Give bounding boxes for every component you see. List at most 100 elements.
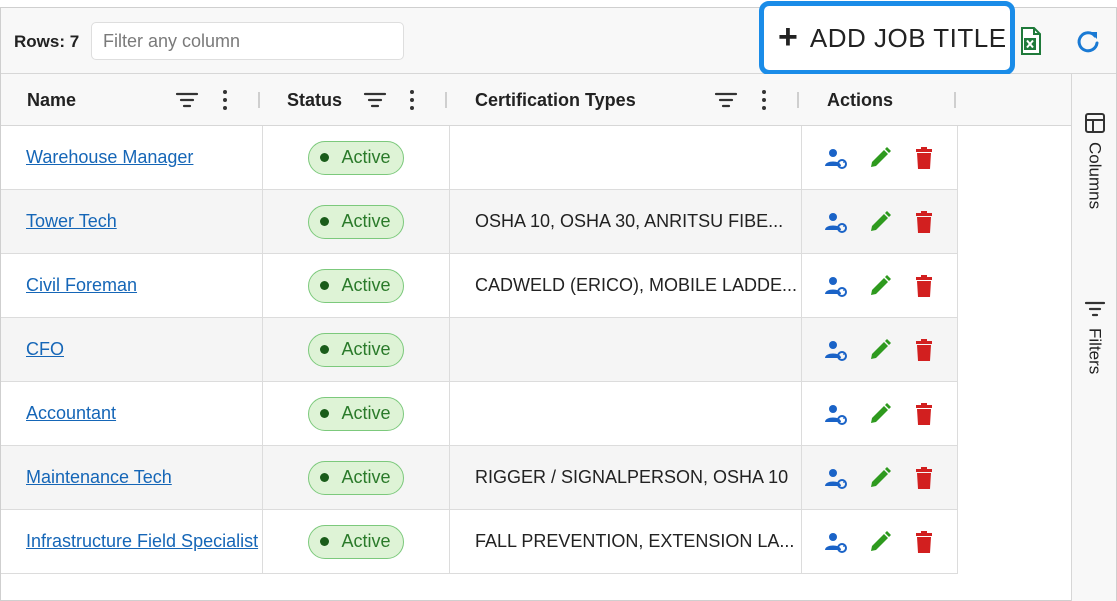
side-panel-tabs: Columns Filters: [1071, 74, 1116, 601]
job-title-link[interactable]: Tower Tech: [26, 211, 117, 232]
column-header-certification-types[interactable]: Certification Types: [475, 74, 636, 126]
status-cell: Active: [263, 126, 450, 189]
table-row: Civil Foreman Active CADWELD (ERICO), MO…: [1, 254, 958, 318]
actions-cell: [802, 190, 958, 253]
status-dot-icon: [320, 153, 330, 162]
job-title-link[interactable]: Infrastructure Field Specialist: [26, 531, 258, 552]
filters-tab[interactable]: Filters: [1072, 298, 1117, 374]
job-title-link[interactable]: Accountant: [26, 403, 116, 424]
columns-tab[interactable]: Columns: [1072, 112, 1117, 209]
table-columns-icon: [1084, 113, 1105, 133]
column-header-status[interactable]: Status: [287, 74, 342, 126]
column-separator[interactable]: [954, 92, 956, 108]
trash-icon[interactable]: [912, 402, 936, 426]
status-text: Active: [341, 211, 391, 231]
status-badge: Active: [308, 460, 404, 495]
user-sync-icon[interactable]: [824, 402, 848, 426]
job-titles-grid-panel: Rows: 7 + ADD JOB TITLE Name Status: [0, 1, 1117, 601]
status-text: Active: [341, 339, 391, 359]
pencil-icon[interactable]: [868, 466, 892, 490]
status-badge: Active: [308, 204, 404, 239]
name-cell: Infrastructure Field Specialist: [1, 510, 263, 573]
refresh-icon[interactable]: [1074, 28, 1102, 56]
trash-icon[interactable]: [912, 210, 936, 234]
plus-icon: +: [778, 17, 798, 56]
grid-header-row: Name Status Certification Types Actions: [1, 74, 1071, 126]
excel-export-icon[interactable]: [1019, 27, 1043, 55]
trash-icon[interactable]: [912, 466, 936, 490]
name-menu-icon[interactable]: [213, 88, 237, 112]
status-menu-icon[interactable]: [400, 88, 424, 112]
pencil-icon[interactable]: [868, 530, 892, 554]
table-row: Maintenance Tech Active RIGGER / SIGNALP…: [1, 446, 958, 510]
table-row: CFO Active: [1, 318, 958, 382]
pencil-icon[interactable]: [868, 210, 892, 234]
status-dot-icon: [320, 345, 330, 354]
user-sync-icon[interactable]: [824, 146, 848, 170]
certification-menu-icon[interactable]: [752, 88, 776, 112]
add-job-title-label: ADD JOB TITLE: [809, 22, 1007, 53]
job-title-link[interactable]: Maintenance Tech: [26, 467, 172, 488]
status-cell: Active: [263, 446, 450, 509]
trash-icon[interactable]: [912, 146, 936, 170]
actions-cell: [802, 318, 958, 381]
user-sync-icon[interactable]: [824, 274, 848, 298]
actions-cell: [802, 126, 958, 189]
name-cell: Accountant: [1, 382, 263, 445]
actions-cell: [802, 254, 958, 317]
status-cell: Active: [263, 510, 450, 573]
certification-types-cell: RIGGER / SIGNALPERSON, OSHA 10: [450, 446, 802, 509]
user-sync-icon[interactable]: [824, 530, 848, 554]
user-sync-icon[interactable]: [824, 466, 848, 490]
name-cell: Civil Foreman: [1, 254, 263, 317]
name-cell: Warehouse Manager: [1, 126, 263, 189]
certification-types-cell: [450, 318, 802, 381]
trash-icon[interactable]: [912, 530, 936, 554]
status-badge: Active: [308, 524, 404, 559]
table-row: Tower Tech Active OSHA 10, OSHA 30, ANRI…: [1, 190, 958, 254]
status-text: Active: [341, 403, 391, 423]
status-dot-icon: [320, 473, 330, 482]
certification-types-cell: [450, 382, 802, 445]
user-sync-icon[interactable]: [824, 338, 848, 362]
status-badge: Active: [308, 332, 404, 367]
status-dot-icon: [320, 217, 330, 226]
filter-any-column-input[interactable]: [91, 22, 404, 60]
user-sync-icon[interactable]: [824, 210, 848, 234]
filter-lines-icon: [1084, 301, 1105, 317]
table-row: Warehouse Manager Active: [1, 126, 958, 190]
status-cell: Active: [263, 382, 450, 445]
certification-filter-icon[interactable]: [714, 88, 738, 112]
status-badge: Active: [308, 140, 404, 175]
pencil-icon[interactable]: [868, 274, 892, 298]
columns-tab-label: Columns: [1085, 142, 1105, 210]
status-text: Active: [341, 467, 391, 487]
status-dot-icon: [320, 281, 330, 290]
add-job-title-button[interactable]: + ADD JOB TITLE: [759, 1, 1015, 75]
column-header-name[interactable]: Name: [27, 74, 76, 126]
status-text: Active: [341, 531, 391, 551]
pencil-icon[interactable]: [868, 338, 892, 362]
job-title-link[interactable]: Civil Foreman: [26, 275, 137, 296]
column-separator[interactable]: [258, 92, 260, 108]
status-text: Active: [341, 147, 391, 167]
name-filter-icon[interactable]: [175, 88, 199, 112]
table-row: Accountant Active: [1, 382, 958, 446]
filters-tab-label: Filters: [1085, 328, 1105, 375]
certification-types-cell: FALL PREVENTION, EXTENSION LA...: [450, 510, 802, 573]
pencil-icon[interactable]: [868, 402, 892, 426]
grid-toolbar: Rows: 7 + ADD JOB TITLE: [1, 1, 1116, 75]
pencil-icon[interactable]: [868, 146, 892, 170]
status-cell: Active: [263, 318, 450, 381]
name-cell: Maintenance Tech: [1, 446, 263, 509]
trash-icon[interactable]: [912, 274, 936, 298]
column-separator[interactable]: [797, 92, 799, 108]
name-cell: Tower Tech: [1, 190, 263, 253]
status-cell: Active: [263, 190, 450, 253]
status-cell: Active: [263, 254, 450, 317]
job-title-link[interactable]: CFO: [26, 339, 64, 360]
status-filter-icon[interactable]: [363, 88, 387, 112]
trash-icon[interactable]: [912, 338, 936, 362]
column-separator[interactable]: [445, 92, 447, 108]
job-title-link[interactable]: Warehouse Manager: [26, 147, 193, 168]
